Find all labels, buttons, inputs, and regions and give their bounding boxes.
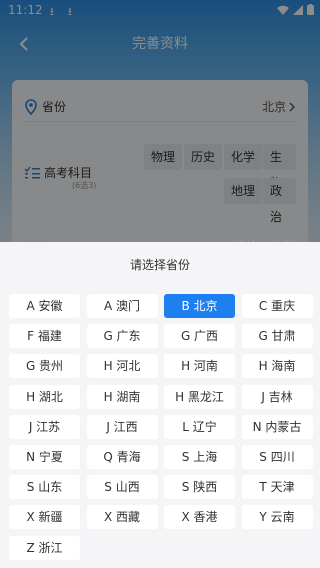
province-option[interactable]: S 山西 — [86, 475, 158, 500]
province-option[interactable]: G 广西 — [164, 324, 235, 349]
province-option[interactable]: N 宁夏 — [9, 445, 80, 469]
province-option[interactable]: Z 浙江 — [9, 535, 80, 560]
province-option[interactable]: H 河南 — [164, 354, 235, 379]
province-option[interactable]: B 北京 — [164, 294, 235, 318]
province-option[interactable]: G 广东 — [86, 324, 158, 349]
picker-title: 请选择省份 — [129, 258, 190, 272]
province-option[interactable]: X 香港 — [164, 505, 235, 530]
province-option[interactable]: C 重庆 — [241, 294, 313, 318]
province-option[interactable]: J 吉林 — [241, 384, 313, 409]
province-option[interactable]: H 湖南 — [86, 384, 158, 409]
province-option[interactable]: S 上海 — [164, 445, 235, 469]
province-option[interactable]: L 辽宁 — [164, 414, 235, 439]
province-option[interactable]: H 海南 — [241, 354, 313, 379]
province-option[interactable]: Y 云南 — [241, 505, 313, 530]
province-option[interactable]: G 甘肃 — [241, 324, 313, 349]
province-option[interactable]: S 四川 — [241, 445, 313, 469]
province-option[interactable]: N 内蒙古 — [241, 414, 313, 439]
province-option[interactable]: G 贵州 — [9, 354, 80, 379]
province-option[interactable]: J 江苏 — [9, 414, 80, 439]
province-option[interactable]: X 西藏 — [86, 505, 158, 530]
province-option[interactable]: T 天津 — [241, 475, 313, 500]
province-option[interactable]: J 江西 — [86, 414, 158, 439]
province-option[interactable]: S 陕西 — [164, 475, 235, 500]
province-option[interactable]: H 黑龙江 — [164, 384, 235, 409]
province-option[interactable]: Q 青海 — [86, 445, 158, 469]
province-option[interactable]: F 福建 — [9, 324, 80, 349]
province-option[interactable]: H 河北 — [86, 354, 158, 379]
province-picker-sheet: 请选择省份 A 安徽 A 澳门 B 北京 C 重庆 F 福建 G 广东 G 广西 G 甘肃 G … — [0, 242, 320, 568]
province-option[interactable]: A 安徽 — [9, 294, 80, 318]
province-option[interactable]: H 湖北 — [9, 384, 80, 409]
province-option[interactable]: X 新疆 — [9, 505, 80, 530]
province-option[interactable]: A 澳门 — [86, 294, 158, 318]
province-option[interactable]: S 山东 — [9, 475, 80, 500]
